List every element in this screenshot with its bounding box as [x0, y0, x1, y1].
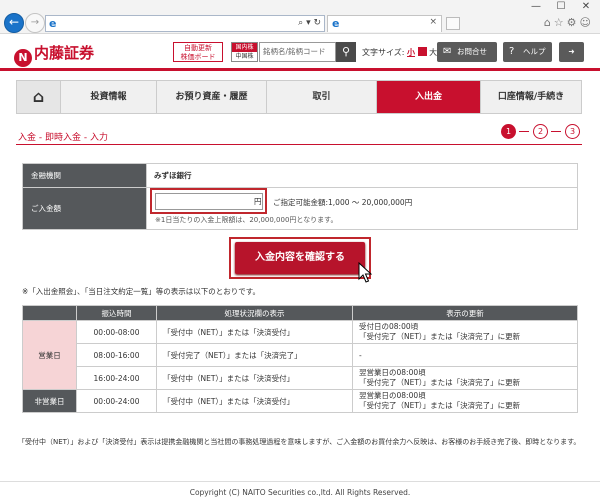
- font-large-button[interactable]: 大: [429, 48, 437, 57]
- available-amount: ご指定可能金額:1,000 ～ 20,000,000円: [273, 198, 413, 207]
- status-cell: 「受付中（NET）」または「決済受付」: [156, 320, 353, 344]
- font-medium-button[interactable]: [417, 47, 427, 56]
- header-display-update: 表示の更新: [352, 305, 578, 321]
- address-tools[interactable]: ⌕ ▾ ↻: [298, 18, 321, 28]
- status-cell: 「受付中（NET）」または「決済受付」: [156, 389, 353, 413]
- deposit-form: 金融機関 みずほ銀行 ご入金額 円 ご指定可能金額:1,000 ～ 20,000…: [22, 163, 578, 230]
- header-status-display: 処理状況欄の表示: [156, 305, 353, 321]
- step-3: 3: [565, 124, 580, 139]
- schedule-table: 振込時間 処理状況欄の表示 表示の更新 営業日 00:00-08:00 「受付中…: [22, 305, 578, 413]
- update-line2: 「受付完了（NET）」または「決済完了」に更新: [359, 332, 521, 341]
- forward-arrow-icon[interactable]: →: [25, 13, 45, 33]
- step-indicator: 1 2 3: [501, 124, 583, 140]
- market-china[interactable]: 中国株: [232, 52, 257, 61]
- table-row: 営業日 00:00-08:00 「受付中（NET）」または「決済受付」 受付日の…: [22, 320, 578, 390]
- back-arrow-icon[interactable]: ←: [4, 13, 24, 33]
- nav-item-deposit-withdraw[interactable]: 入出金: [377, 81, 481, 113]
- market-selector[interactable]: 国内株 中国株: [231, 42, 258, 62]
- bank-value: みずほ銀行: [146, 163, 578, 188]
- site-header: N 内藤証券 自動更新 株価ボード 国内株 中国株 銘柄名/銘柄コード ⚲ 文字サ…: [0, 35, 600, 67]
- header-divider: [0, 68, 600, 71]
- table-row: 16:00-24:00 「受付中（NET）」または「決済受付」 翌営業日の08:…: [23, 366, 578, 390]
- nav-item-assets[interactable]: お預り資産・履歴: [157, 81, 267, 113]
- stock-search-input[interactable]: 銘柄名/銘柄コード: [259, 42, 336, 62]
- confirm-deposit-button[interactable]: 入金内容を確認する: [235, 242, 365, 274]
- auto-update-board-button[interactable]: 自動更新 株価ボード: [173, 42, 223, 62]
- header-transfer-time: 振込時間: [76, 305, 157, 321]
- nav-item-account[interactable]: 口座情報/手続き: [481, 81, 581, 113]
- mail-icon: ✉: [443, 46, 452, 57]
- main-nav: ⌂ 投資情報 お預り資産・履歴 取引 入出金 口座情報/手続き: [16, 80, 582, 114]
- status-cell: 「受付中（NET）」または「決済受付」: [156, 366, 353, 390]
- update-cell: 翌営業日の08:00頃 「受付完了（NET）」または「決済完了」に更新: [352, 366, 578, 390]
- ie-logo-icon: e: [49, 17, 57, 30]
- contact-button[interactable]: ✉ お問合せ: [437, 42, 497, 62]
- amount-label: ご入金額: [22, 187, 147, 230]
- title-divider: [16, 144, 582, 145]
- amount-cell: 円 ご指定可能金額:1,000 ～ 20,000,000円 ※1日当たりの入金上…: [146, 187, 578, 230]
- logo-mark-icon: N: [14, 49, 32, 67]
- home-icon[interactable]: ⌂: [17, 81, 61, 113]
- processing-note: 「受付中（NET）」および「決済受付」表示は提携金融機関と当社間の事務処理過程を…: [18, 438, 581, 446]
- mouse-cursor-icon: [358, 262, 372, 283]
- font-size-label: 文字サイズ:: [362, 48, 405, 57]
- time-cell: 08:00-16:00: [76, 343, 157, 367]
- update-cell: -: [352, 343, 578, 367]
- table-row: 08:00-16:00 「受付完了（NET）」または「決済完了」 -: [23, 343, 578, 367]
- header-empty: [22, 305, 77, 321]
- step-2: 2: [533, 124, 548, 139]
- minimize-icon[interactable]: —: [528, 1, 544, 12]
- ie-tab-icon: e: [332, 17, 340, 30]
- maximize-icon[interactable]: ☐: [553, 1, 569, 12]
- footer-divider: [0, 481, 600, 482]
- auto-update-line2: 株価ボード: [180, 53, 216, 61]
- table-row: 非営業日 00:00-24:00 「受付中（NET）」または「決済受付」 翌営業…: [22, 389, 578, 413]
- question-icon: ?: [509, 46, 515, 57]
- time-cell: 16:00-24:00: [76, 366, 157, 390]
- update-line2: 「受付完了（NET）」または「決済完了」に更新: [359, 378, 521, 387]
- copyright: Copyright (C) NAITO Securities co.,ltd. …: [189, 488, 411, 497]
- help-label: ヘルプ: [523, 47, 546, 56]
- font-size-control: 文字サイズ: 小 大: [362, 47, 437, 58]
- address-bar[interactable]: e ⌕ ▾ ↻: [45, 15, 325, 32]
- search-icon[interactable]: ⚲: [336, 42, 356, 62]
- browser-chrome: — ☐ ✕ ← → e ⌕ ▾ ↻ e × ⌂☆⚙☺: [0, 0, 600, 34]
- yen-unit: 円: [254, 197, 262, 206]
- daily-limit-note: ※1日当たりの入金上限額は、20,000,000円となります。: [155, 216, 338, 224]
- weekday-label: 営業日: [22, 320, 77, 390]
- logo-text: 内藤証券: [34, 44, 95, 62]
- step-dash: [519, 131, 529, 132]
- help-button[interactable]: ? ヘルプ: [503, 42, 552, 62]
- update-line1: 翌営業日の08:00頃: [359, 368, 426, 377]
- status-cell: 「受付完了（NET）」または「決済完了」: [156, 343, 353, 367]
- nav-item-trade[interactable]: 取引: [267, 81, 377, 113]
- logout-icon[interactable]: ➜: [559, 42, 584, 62]
- update-cell: 受付日の08:00頃 「受付完了（NET）」または「決済完了」に更新: [352, 320, 578, 344]
- tab-close-icon[interactable]: ×: [429, 17, 437, 27]
- step-dash: [551, 131, 561, 132]
- time-cell: 00:00-24:00: [76, 389, 157, 413]
- time-cell: 00:00-08:00: [76, 320, 157, 344]
- update-line1: 翌営業日の08:00頃: [359, 391, 426, 400]
- site-logo[interactable]: N 内藤証券: [14, 42, 94, 67]
- close-window-icon[interactable]: ✕: [578, 1, 594, 12]
- step-1: 1: [501, 124, 516, 139]
- update-line1: 受付日の08:00頃: [359, 322, 419, 331]
- update-cell: 翌営業日の08:00頃 「受付完了（NET）」または「決済完了」に更新: [352, 389, 578, 413]
- new-tab-button[interactable]: [446, 17, 460, 30]
- schedule-note: ※「入出金照会」、「当日注文約定一覧」等の表示は以下のとおりです。: [22, 287, 261, 296]
- contact-label: お問合せ: [457, 47, 487, 56]
- page-title: 入金 - 即時入金 - 入力: [18, 133, 108, 143]
- browser-tab[interactable]: e ×: [327, 15, 442, 32]
- amount-input[interactable]: [155, 193, 263, 210]
- auto-update-line1: 自動更新: [184, 44, 212, 52]
- nav-item-investment-info[interactable]: 投資情報: [61, 81, 157, 113]
- holiday-label: 非営業日: [22, 389, 77, 413]
- update-line2: 「受付完了（NET）」または「決済完了」に更新: [359, 401, 521, 410]
- browser-toolbar-icons[interactable]: ⌂☆⚙☺: [544, 16, 594, 29]
- market-domestic[interactable]: 国内株: [232, 43, 257, 52]
- font-small-button[interactable]: 小: [407, 48, 415, 57]
- bank-label: 金融機関: [22, 163, 147, 188]
